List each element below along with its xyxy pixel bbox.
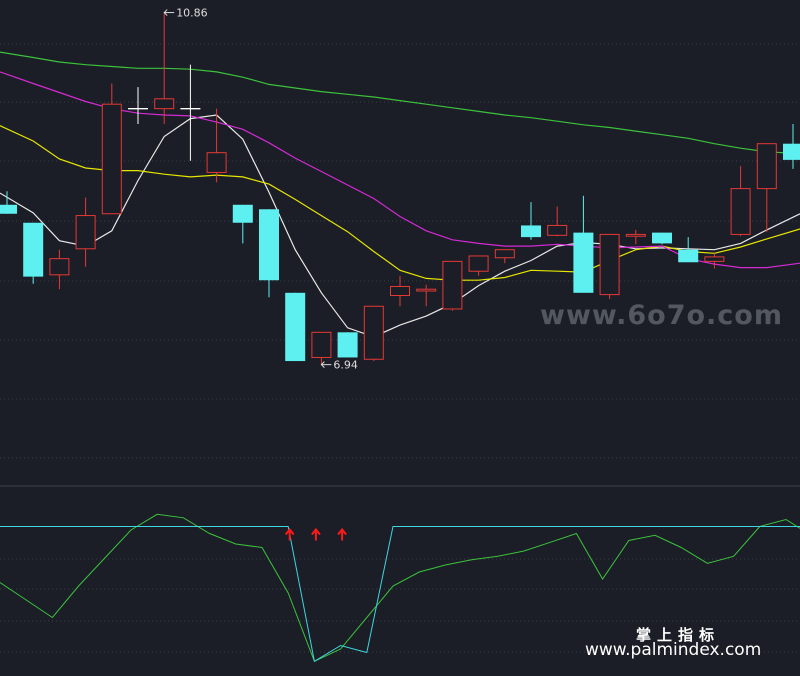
- candle: [599, 233, 620, 300]
- candle-body: [154, 98, 175, 110]
- candle-body: [416, 288, 437, 292]
- signal-arrow: [311, 527, 321, 541]
- candle: [23, 222, 44, 284]
- candle-body: [285, 292, 306, 362]
- candle-body: [363, 305, 384, 360]
- candle: [285, 292, 306, 362]
- candle-body: [75, 215, 96, 250]
- candle-body: [206, 152, 227, 173]
- candle-body: [756, 143, 777, 190]
- candle-body: [494, 249, 515, 259]
- annotation-label: 10.86: [176, 7, 208, 20]
- candle-body: [521, 225, 541, 238]
- annotation-label: 6.94: [333, 359, 358, 372]
- candle-body: [652, 232, 672, 244]
- candle-body: [468, 255, 489, 272]
- signal-arrow: [284, 527, 295, 541]
- candle: [363, 305, 384, 362]
- main-panel: [0, 0, 800, 485]
- signal-arrow: [337, 527, 347, 541]
- candle: [652, 232, 672, 245]
- candle-body: [625, 233, 646, 237]
- candlestick-chart: 10.86 6.94: [0, 0, 800, 663]
- candle-body: [232, 204, 253, 223]
- candle-body: [0, 204, 17, 214]
- candle-body: [23, 222, 44, 277]
- candle-body: [704, 256, 725, 262]
- candle-body: [259, 209, 279, 281]
- candle-body: [337, 332, 358, 358]
- candle: [337, 332, 358, 358]
- watermark-site2: www.palmindex.com: [585, 640, 762, 660]
- candle-body: [678, 249, 699, 263]
- candle: [442, 260, 463, 311]
- watermark-site1: www.6o7o.com: [540, 300, 783, 331]
- candle-body: [442, 260, 463, 310]
- candle-body: [390, 286, 410, 296]
- candle-body: [101, 103, 122, 215]
- candle-body: [599, 233, 620, 296]
- candle-body: [730, 188, 751, 235]
- candle-body: [547, 224, 568, 236]
- candle-body: [573, 232, 594, 293]
- candle-body: [311, 331, 332, 358]
- candle-body: [49, 258, 70, 276]
- candle-body: [783, 143, 800, 160]
